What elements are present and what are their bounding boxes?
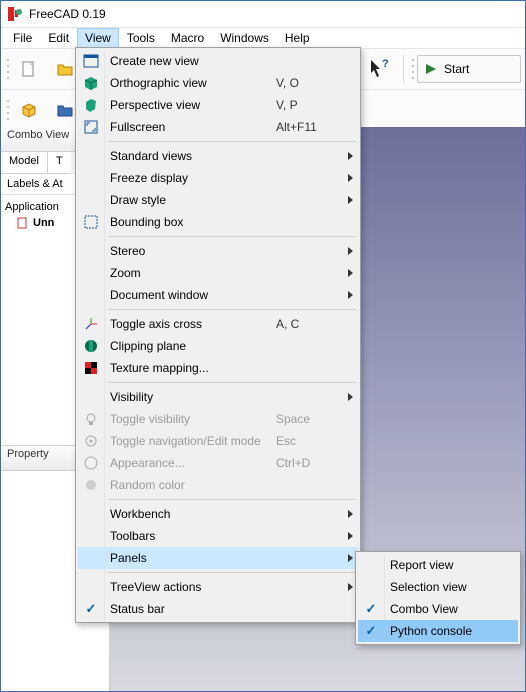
svg-text:?: ? bbox=[382, 58, 389, 70]
menu-texture-mapping[interactable]: Texture mapping... bbox=[78, 357, 358, 379]
menu-clipping-plane[interactable]: Clipping plane bbox=[78, 335, 358, 357]
menu-appearance: Appearance...Ctrl+D bbox=[78, 452, 358, 474]
tab-model[interactable]: Model bbox=[1, 152, 48, 174]
panel-report-view[interactable]: Report view bbox=[358, 554, 518, 576]
menu-treeview-actions[interactable]: TreeView actions bbox=[78, 576, 358, 598]
check-icon: ✓ bbox=[366, 623, 377, 639]
menu-orthographic-view[interactable]: Orthographic viewV, O bbox=[78, 72, 358, 94]
panel-python-console[interactable]: ✓ Python console bbox=[358, 620, 518, 642]
panel-selection-view[interactable]: Selection view bbox=[358, 576, 518, 598]
nav-icon bbox=[83, 433, 99, 449]
lightbulb-icon bbox=[83, 411, 99, 427]
menu-fullscreen[interactable]: FullscreenAlt+F11 bbox=[78, 116, 358, 138]
view-menu-dropdown: Create new view Orthographic viewV, O Pe… bbox=[75, 47, 361, 623]
menu-edit[interactable]: Edit bbox=[40, 28, 77, 48]
menu-macro[interactable]: Macro bbox=[163, 28, 212, 48]
menu-panels[interactable]: Panels bbox=[78, 547, 358, 569]
tab-tasks[interactable]: T bbox=[48, 152, 71, 174]
cube-icon bbox=[83, 97, 99, 113]
panels-submenu: Report view Selection view ✓ Combo View … bbox=[355, 551, 521, 645]
menu-create-new-view[interactable]: Create new view bbox=[78, 50, 358, 72]
workbench-label: Start bbox=[444, 62, 469, 76]
color-icon bbox=[83, 477, 99, 493]
menu-random-color: Random color bbox=[78, 474, 358, 496]
fullscreen-icon bbox=[83, 119, 99, 135]
workbench-selector[interactable]: Start bbox=[417, 55, 521, 83]
app-logo-icon bbox=[7, 6, 23, 22]
appearance-icon bbox=[83, 455, 99, 471]
menu-workbench[interactable]: Workbench bbox=[78, 503, 358, 525]
panel-combo-view[interactable]: ✓ Combo View bbox=[358, 598, 518, 620]
toolbar-grip-icon[interactable] bbox=[5, 96, 10, 124]
cube-icon bbox=[83, 75, 99, 91]
menu-windows[interactable]: Windows bbox=[212, 28, 277, 48]
axis-icon bbox=[83, 316, 99, 332]
menubar: File Edit View Tools Macro Windows Help bbox=[1, 28, 525, 48]
bbox-icon bbox=[83, 214, 99, 230]
menu-toolbars[interactable]: Toolbars bbox=[78, 525, 358, 547]
menu-file[interactable]: File bbox=[5, 28, 40, 48]
check-icon: ✓ bbox=[366, 601, 377, 617]
menu-toggle-navigation: Toggle navigation/Edit modeEsc bbox=[78, 430, 358, 452]
menu-document-window[interactable]: Document window bbox=[78, 284, 358, 306]
menu-help[interactable]: Help bbox=[277, 28, 318, 48]
whats-this-button[interactable]: ? bbox=[363, 52, 397, 86]
menu-view[interactable]: View bbox=[77, 28, 119, 48]
clip-icon bbox=[83, 338, 99, 354]
menu-visibility[interactable]: Visibility bbox=[78, 386, 358, 408]
arrow-right-icon bbox=[424, 62, 438, 76]
part-button[interactable] bbox=[12, 93, 46, 127]
menu-tools[interactable]: Tools bbox=[119, 28, 163, 48]
menu-bounding-box[interactable]: Bounding box bbox=[78, 211, 358, 233]
menu-toggle-axis-cross[interactable]: Toggle axis crossA, C bbox=[78, 313, 358, 335]
app-window: FreeCAD 0.19 File Edit View Tools Macro … bbox=[0, 0, 526, 692]
menu-draw-style[interactable]: Draw style bbox=[78, 189, 358, 211]
titlebar: FreeCAD 0.19 bbox=[1, 1, 525, 28]
window-icon bbox=[83, 53, 99, 69]
new-file-button[interactable] bbox=[12, 52, 46, 86]
toolbar-grip-icon[interactable] bbox=[5, 55, 10, 83]
texture-icon bbox=[83, 360, 99, 376]
menu-perspective-view[interactable]: Perspective viewV, P bbox=[78, 94, 358, 116]
window-title: FreeCAD 0.19 bbox=[29, 7, 106, 21]
submenu-arrow-icon bbox=[348, 152, 353, 160]
menu-status-bar[interactable]: ✓ Status bar bbox=[78, 598, 358, 620]
menu-stereo[interactable]: Stereo bbox=[78, 240, 358, 262]
menu-zoom[interactable]: Zoom bbox=[78, 262, 358, 284]
menu-freeze-display[interactable]: Freeze display bbox=[78, 167, 358, 189]
menu-standard-views[interactable]: Standard views bbox=[78, 145, 358, 167]
toolbar-grip-icon[interactable] bbox=[410, 55, 415, 83]
document-icon bbox=[17, 217, 29, 229]
check-icon: ✓ bbox=[86, 601, 97, 617]
menu-toggle-visibility: Toggle visibilitySpace bbox=[78, 408, 358, 430]
